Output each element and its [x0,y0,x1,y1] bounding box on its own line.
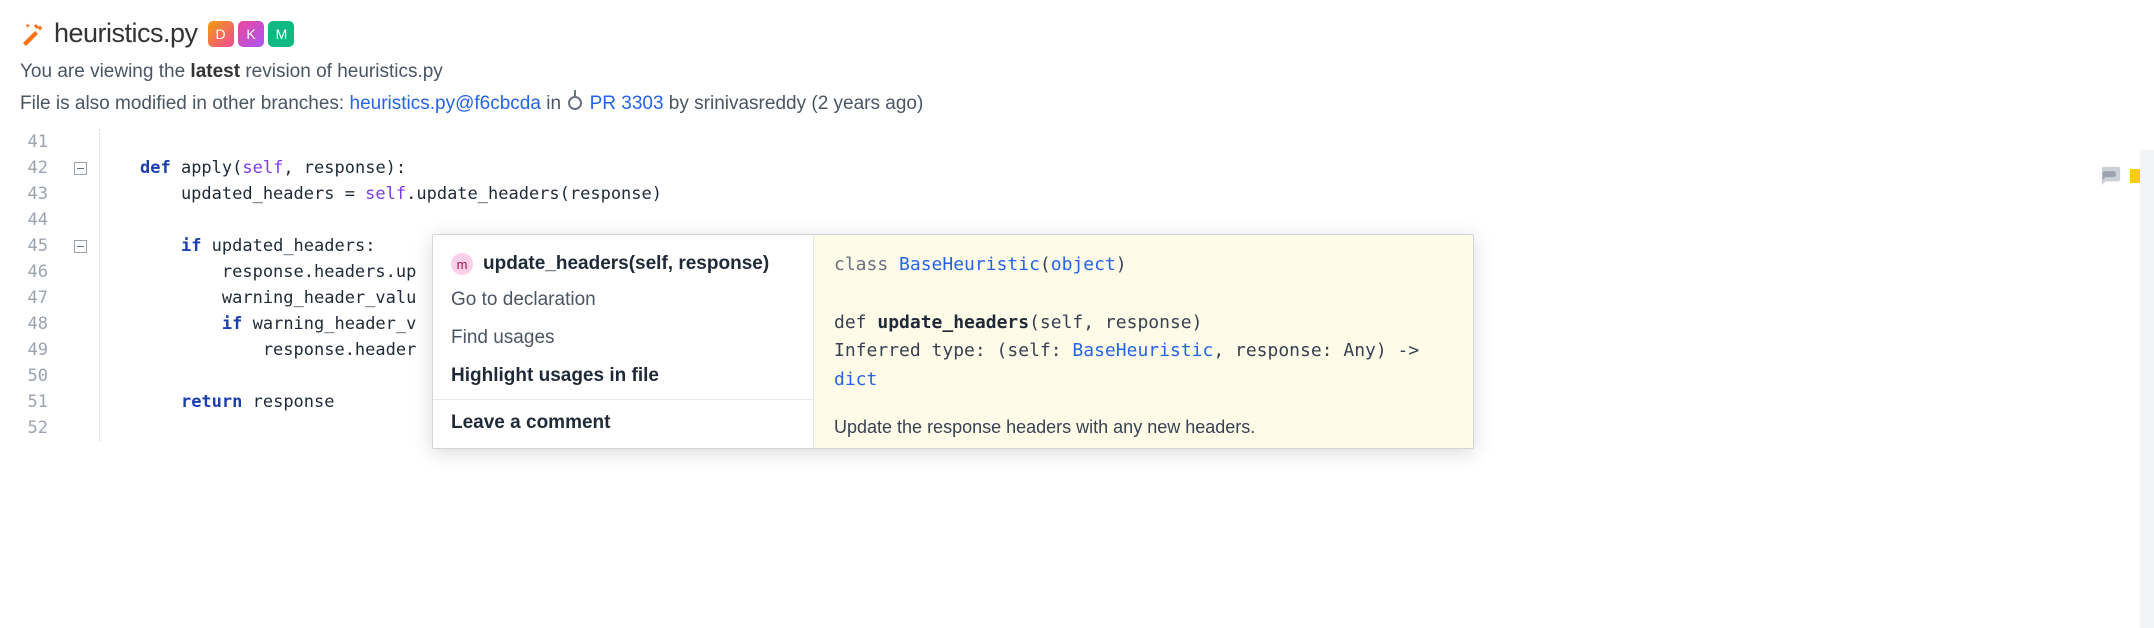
code-line[interactable]: def apply(self, response): [100,155,2154,181]
editor-indicators [2100,165,2144,187]
branch-in: in [541,93,566,114]
branch-prefix: File is also modified in other branches: [20,93,350,114]
popup-menu-item[interactable]: Find usages [433,319,813,357]
doc-def-kw: def [834,312,877,333]
doc-inferred-mid: , response: Any) -> [1213,340,1419,361]
doc-paren: ( [1040,254,1051,275]
comments-icon[interactable] [2100,165,2122,187]
doc-class-name: BaseHeuristic [899,254,1040,275]
doc-def-line: def update_headers(self, response) [834,309,1453,338]
line-number: 52 [0,415,48,441]
line-number: 46 [0,259,48,285]
line-number: 44 [0,207,48,233]
line-number: 45 [0,233,48,259]
line-number: 47 [0,285,48,311]
doc-class-kw: class [834,254,899,275]
avatar[interactable]: D [208,21,234,47]
method-badge-icon: m [451,253,473,275]
popup-menu-item[interactable]: Highlight usages in file [433,357,813,395]
doc-def-sig: (self, response) [1029,312,1202,333]
avatar[interactable]: M [268,21,294,47]
fold-toggle-icon[interactable] [74,240,87,253]
doc-inferred-line: Inferred type: (self: BaseHeuristic, res… [834,337,1453,395]
documentation-panel: class BaseHeuristic(object) def update_h… [813,235,1473,448]
popup-menu: m update_headers(self, response) Go to d… [433,235,813,448]
pull-request-icon [568,96,582,110]
revision-info: You are viewing the latest revision of h… [20,61,2134,83]
line-number-gutter: 414243444546474849505152 [0,129,56,441]
fold-column [56,129,100,441]
doc-inferred-type2: dict [834,369,877,390]
fold-toggle-icon[interactable] [74,162,87,175]
info-bold: latest [190,61,240,82]
line-number: 50 [0,363,48,389]
code-line[interactable] [100,129,2154,155]
line-number: 41 [0,129,48,155]
line-number: 48 [0,311,48,337]
branch-suffix: by srinivasreddy (2 years ago) [664,93,924,114]
doc-paren-close: ) [1116,254,1127,275]
branch-info: File is also modified in other branches:… [20,93,2134,115]
doc-class-base: object [1051,254,1116,275]
info-suffix: revision of heuristics.py [240,61,443,82]
code-line[interactable]: updated_headers = self.update_headers(re… [100,181,2154,207]
popup-menu-item[interactable]: Go to declaration [433,281,813,319]
title-row: heuristics.py D K M [20,18,2134,49]
doc-inferred-type1: BaseHeuristic [1072,340,1213,361]
line-number: 43 [0,181,48,207]
pr-link[interactable]: PR 3303 [590,93,664,114]
file-header: heuristics.py D K M You are viewing the … [0,0,2154,123]
symbol-popup: m update_headers(self, response) Go to d… [432,234,1474,449]
line-number: 51 [0,389,48,415]
scrollbar[interactable] [2140,150,2154,628]
avatar[interactable]: K [238,21,264,47]
doc-inferred-prefix: Inferred type: (self: [834,340,1072,361]
file-title: heuristics.py [54,18,198,49]
popup-menu-item[interactable]: Leave a comment [433,399,813,442]
popup-title-text: update_headers(self, response) [483,253,769,275]
popup-title: m update_headers(self, response) [433,247,813,281]
doc-class-line: class BaseHeuristic(object) [834,251,1453,280]
doc-def-name: update_headers [877,312,1029,333]
line-number: 49 [0,337,48,363]
wand-icon [20,22,44,46]
branch-file-link[interactable]: heuristics.py@f6cbcda [350,93,541,114]
info-prefix: You are viewing the [20,61,190,82]
doc-description: Update the response headers with any new… [834,413,1453,442]
code-line[interactable] [100,207,2154,233]
line-number: 42 [0,155,48,181]
